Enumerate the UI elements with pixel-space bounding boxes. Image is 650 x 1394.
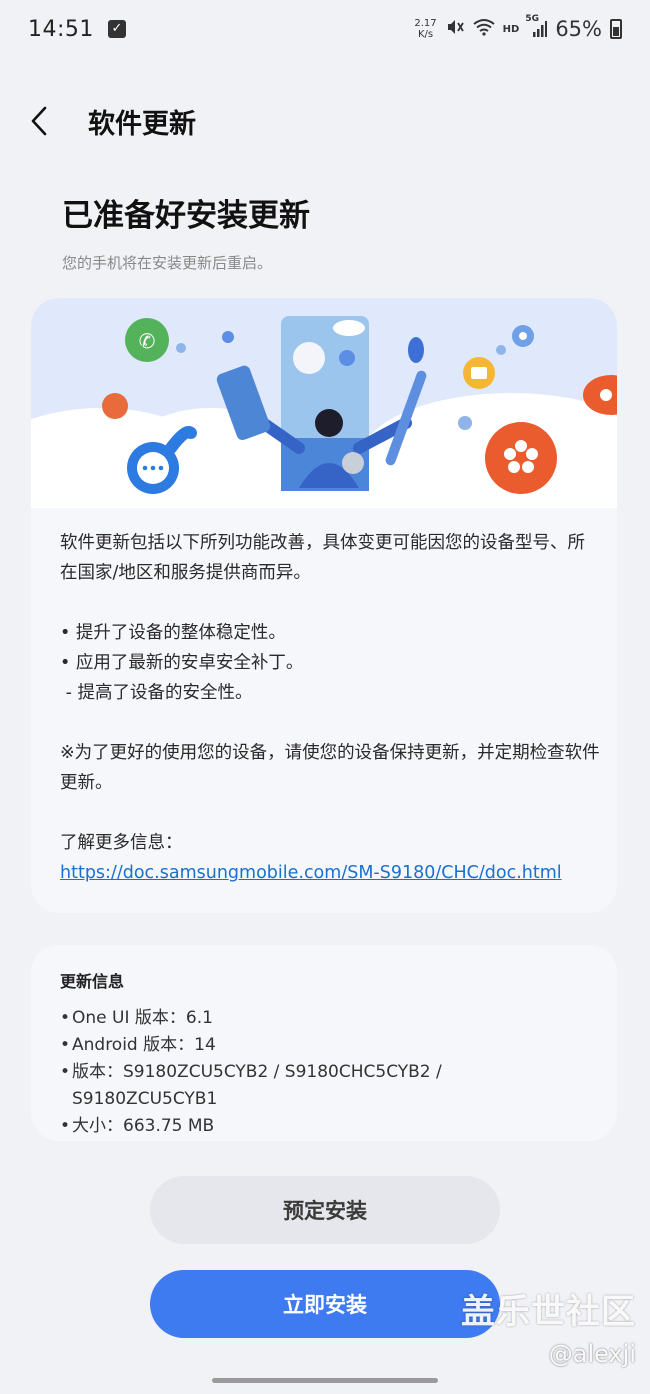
- info-item-text: One UI 版本：6.1: [72, 1008, 213, 1028]
- battery-icon: [610, 19, 622, 39]
- info-item-text: Android 版本：14: [72, 1035, 216, 1055]
- info-item-size: • 大小：663.75 MB: [60, 1113, 590, 1140]
- description-intro: 软件更新包括以下所列功能改善，具体变更可能因您的设备型号、所在国家/地区和服务提…: [60, 533, 585, 583]
- update-description: 软件更新包括以下所列功能改善，具体变更可能因您的设备型号、所在国家/地区和服务提…: [60, 528, 600, 888]
- status-bar: 14:51 ✓ 2.17 K/s HD 5G 65%: [0, 0, 650, 58]
- improvement-item: • 提升了设备的整体稳定性。: [60, 623, 286, 643]
- network-speed-unit: K/s: [417, 29, 434, 40]
- info-item-text: 大小：663.75 MB: [72, 1116, 215, 1136]
- status-right: 2.17 K/s HD 5G 65%: [414, 14, 622, 41]
- back-button[interactable]: [30, 96, 70, 146]
- more-info-link[interactable]: https://doc.samsungmobile.com/SM-S9180/C…: [60, 858, 600, 888]
- mute-icon: [445, 17, 465, 41]
- watermark-user: @alexji: [548, 1340, 636, 1368]
- improvement-item: • 应用了最新的安卓安全补丁。: [60, 653, 304, 673]
- info-item-version: • 版本：S9180ZCU5CYB2 / S9180CHC5CYB2 /: [60, 1059, 590, 1086]
- restart-notice: 您的手机将在安装更新后重启。: [62, 254, 273, 272]
- update-info-list: • One UI 版本：6.1 • Android 版本：14 • 版本：S9180Z…: [60, 1005, 590, 1140]
- update-illustration: ✆: [31, 298, 617, 508]
- info-item-version-cont: S9180ZCU5CYB1: [60, 1086, 590, 1113]
- info-item-android: • Android 版本：14: [60, 1032, 590, 1059]
- notification-check-icon: ✓: [107, 20, 126, 38]
- wifi-icon: [473, 18, 495, 40]
- more-info-label: 了解更多信息：: [60, 833, 183, 853]
- install-now-button[interactable]: 立即安装: [150, 1270, 500, 1338]
- chevron-left-icon: [31, 106, 47, 136]
- update-info-card: 更新信息 • One UI 版本：6.1 • Android 版本：14 • 版本：S…: [31, 945, 617, 1141]
- update-advice: ※为了更好的使用您的设备，请使您的设备保持更新，并定期检查软件更新。: [60, 743, 600, 793]
- network-type-label: 5G: [525, 14, 539, 24]
- home-indicator[interactable]: [212, 1378, 438, 1383]
- page-title: 软件更新: [88, 108, 196, 140]
- update-info-title: 更新信息: [60, 972, 125, 991]
- watermark-site: 盖乐世社区: [461, 1292, 636, 1332]
- app-header: 软件更新: [30, 96, 196, 146]
- info-item-one-ui: • One UI 版本：6.1: [60, 1005, 590, 1032]
- update-description-card: ✆ 软件更新包括以下所列功能改善，具体变更可能因您的设备型号、所在国家/地区和服…: [31, 298, 617, 913]
- status-left: 14:51 ✓: [28, 17, 126, 42]
- schedule-install-button[interactable]: 预定安装: [150, 1176, 500, 1244]
- cellular-signal-icon: 5G: [525, 14, 548, 38]
- improvement-sub-item: - 提高了设备的安全性。: [60, 683, 253, 703]
- network-speed-value: 2.17: [414, 18, 437, 29]
- network-speed: 2.17 K/s: [414, 18, 436, 40]
- hd-voice-label: HD: [502, 23, 520, 35]
- info-item-text: S9180ZCU5CYB1: [72, 1089, 218, 1109]
- status-time: 14:51: [28, 16, 94, 42]
- battery-percentage: 65%: [555, 17, 602, 41]
- update-ready-heading: 已准备好安装更新: [62, 198, 310, 234]
- info-item-text: 版本：S9180ZCU5CYB2 / S9180CHC5CYB2 /: [72, 1062, 442, 1082]
- svg-text:✆: ✆: [139, 329, 156, 353]
